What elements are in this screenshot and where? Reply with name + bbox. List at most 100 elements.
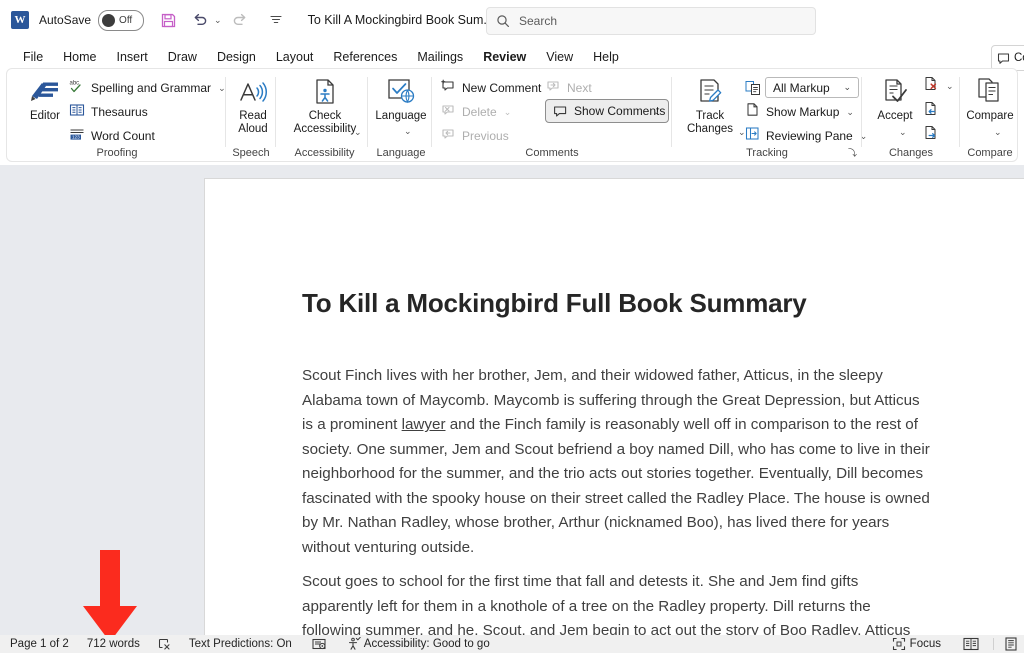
tab-references[interactable]: References [324,47,406,68]
new-comment-item[interactable]: New Comment [441,78,541,98]
autosave-toggle[interactable]: Off [98,9,145,31]
tab-draw[interactable]: Draw [159,47,206,68]
read-aloud-button[interactable]: Read Aloud [231,79,275,136]
reviewing-pane-item[interactable]: Reviewing Pane ⌄ [745,126,867,146]
reject-change-item[interactable]: ⌄ [923,76,954,96]
previous-comment-item: Previous [441,126,509,146]
group-divider [959,77,960,147]
check-accessibility-caret-icon[interactable]: ⌄ [354,127,362,138]
language-globe-icon [388,79,415,104]
tab-file[interactable]: File [14,47,52,68]
toggle-knob [102,13,116,27]
show-comments-button[interactable]: Show Comments ⌄ [545,99,669,123]
thesaurus-label: Thesaurus [91,105,148,119]
compare-caret-icon[interactable]: ⌄ [994,127,1002,138]
show-markup-caret-icon[interactable]: ⌄ [846,107,854,118]
tab-insert[interactable]: Insert [108,47,157,68]
editor-button[interactable]: Editor [19,77,71,123]
status-page-number[interactable]: Page 1 of 2 [10,638,69,650]
status-accessibility[interactable]: Accessibility: Good to go [364,638,490,650]
ribbon-group-tracking: Track Changes ⌄ All Markup ⌄ Show Markup… [673,69,867,161]
proofing-errors-icon[interactable] [158,638,171,651]
status-word-count[interactable]: 712 words [87,638,140,650]
previous-comment-label: Previous [462,129,509,143]
undo-icon[interactable] [186,6,214,34]
delete-comment-caret-icon: ⌄ [503,106,512,117]
track-changes-label: Track Changes [686,110,734,135]
editor-pen-icon [31,82,58,101]
accept-caret-icon[interactable]: ⌄ [899,127,907,138]
check-accessibility-button[interactable]: Check Accessibility [285,77,365,136]
tab-mailings[interactable]: Mailings [408,47,472,68]
undo-dropdown-caret[interactable]: ⌄ [214,15,222,26]
next-comment-label: Next [567,81,592,95]
new-comment-icon [441,78,456,98]
markup-view-caret-icon[interactable]: ⌄ [843,82,851,93]
ribbon-group-proofing-label: Proofing [96,147,138,159]
track-changes-button[interactable]: Track Changes [679,77,741,136]
language-caret-icon[interactable]: ⌄ [404,126,412,137]
ribbon-group-language: Language ⌄ Language [369,69,433,161]
tab-layout[interactable]: Layout [267,47,323,68]
svg-text:abc: abc [70,80,80,86]
ribbon-group-changes-label: Changes [888,147,934,159]
tab-view[interactable]: View [537,47,582,68]
accept-button[interactable]: Accept [869,77,921,123]
status-bar-right: Focus [892,635,1024,653]
accessibility-icon[interactable] [347,637,361,651]
focus-mode-icon[interactable] [892,637,906,651]
ribbon-group-comments: New Comment Delete ⌄ Previous Next Show … [433,69,671,161]
customize-quick-access-toolbar-icon[interactable] [262,6,290,34]
tab-home[interactable]: Home [54,47,105,68]
compare-button[interactable]: Compare [964,77,1016,123]
word-logo-icon: W [11,11,29,29]
ribbon-group-comments-label: Comments [525,147,579,159]
delete-comment-label: Delete [462,105,497,119]
reviewing-pane-icon [745,126,760,146]
tab-design[interactable]: Design [208,47,265,68]
markup-view-combo[interactable]: All Markup ⌄ [765,77,859,98]
next-change-icon [923,125,939,146]
read-aloud-label: Read Aloud [238,110,268,135]
show-markup-item[interactable]: Show Markup ⌄ [745,102,854,122]
reject-change-caret-icon[interactable]: ⌄ [946,81,954,92]
display-settings-icon[interactable] [312,638,327,651]
next-comment-icon [546,78,561,98]
tab-help[interactable]: Help [584,47,628,68]
show-markup-icon [745,102,760,122]
next-comment-item: Next [546,78,592,98]
status-divider [993,638,994,650]
language-button[interactable]: Language [374,77,428,123]
thesaurus-item[interactable]: Thesaurus [69,102,148,122]
search-box[interactable]: Search [486,7,816,35]
save-icon[interactable] [154,6,182,34]
previous-change-item[interactable] [923,101,939,121]
document-paragraph-1: Scout Finch lives with her brother, Jem,… [302,364,930,560]
red-down-arrow-annotation [74,550,146,642]
word-count-item[interactable]: 123 Word Count [69,126,155,146]
group-divider [225,77,226,147]
ribbon-group-accessibility-label: Accessibility [294,147,355,159]
read-aloud-icon [240,82,267,102]
read-mode-icon[interactable] [963,637,979,651]
ribbon-group-language-label: Language [376,147,426,159]
tab-review[interactable]: Review [474,47,535,71]
redo-icon [226,6,254,34]
status-focus[interactable]: Focus [910,638,941,650]
compare-label: Compare [966,110,1014,122]
document-title[interactable]: To Kill A Mockingbird Book Sum... [308,13,494,27]
search-placeholder: Search [519,14,558,28]
document-page[interactable]: To Kill a Mockingbird Full Book Summary … [204,178,1024,653]
next-change-item[interactable] [923,125,939,145]
tracked-insertion-lawyer: lawyer [401,416,446,434]
accept-change-icon [885,79,907,102]
print-layout-icon[interactable] [1004,637,1018,651]
show-comments-caret-icon[interactable]: ⌄ [652,106,660,117]
ribbon-tab-strip: File Home Insert Draw Design Layout Refe… [0,44,1024,71]
ribbon-group-accessibility: Check Accessibility ⌄ Accessibility [277,69,372,161]
ribbon-group-compare: Compare ⌄ Compare [961,69,1019,161]
status-text-predictions[interactable]: Text Predictions: On [189,638,292,650]
word-count-icon: 123 [69,126,85,147]
ribbon-group-speech-label: Speech [232,147,270,159]
spelling-and-grammar-item[interactable]: abc Spelling and Grammar ⌄ [69,78,226,98]
